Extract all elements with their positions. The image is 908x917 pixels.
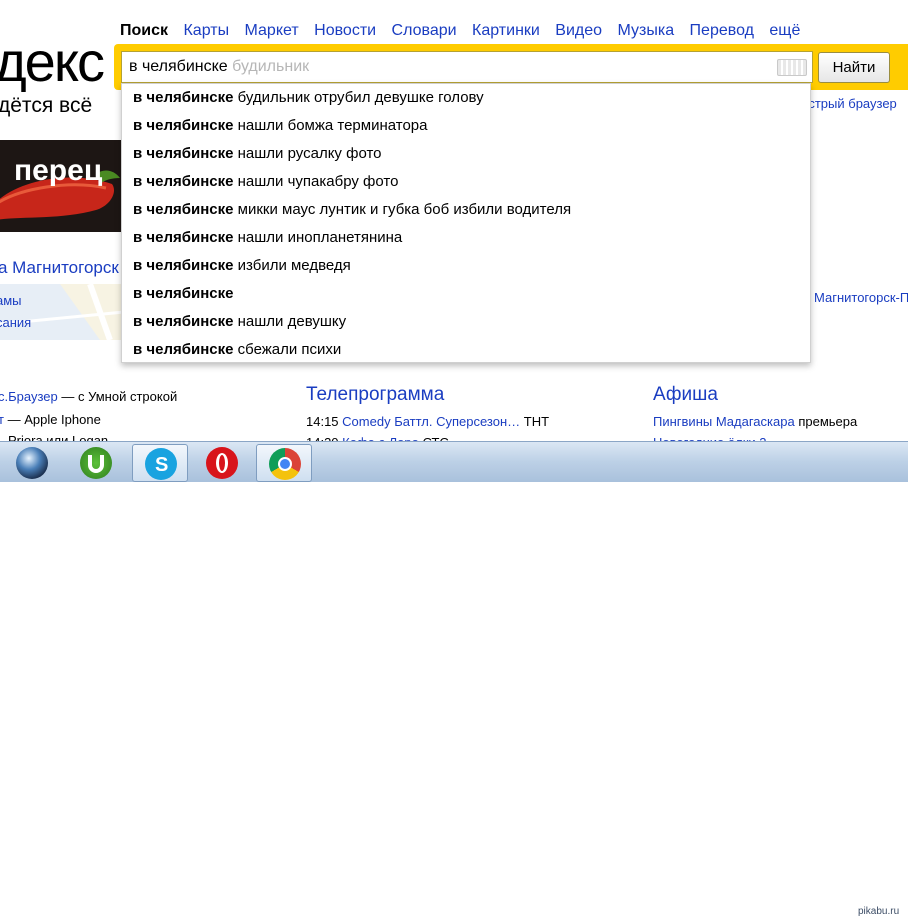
map-link-1[interactable]: амы [0,293,22,308]
tv-row: 14:15 Comedy Баттл. Суперсезон… ТНТ [306,414,549,429]
tv-show-link[interactable]: Comedy Баттл. Суперсезон… [342,414,520,429]
suggest-item[interactable]: в челябинске избили медведя [122,252,810,280]
nav-item-market[interactable]: Маркет [245,22,299,39]
taskbar-skype[interactable]: S [132,444,188,482]
search-button[interactable]: Найти [818,52,890,83]
nav-item-maps[interactable]: Карты [183,22,229,39]
keyboard-icon[interactable] [777,59,807,76]
suggest-item-completion: нашли русалку фото [237,145,382,162]
left-block-row-1: с.Браузер — с Умной строкой [0,389,177,404]
skype-icon: S [145,448,177,480]
nav-item-images[interactable]: Картинки [472,22,540,39]
nav-item-translate[interactable]: Перевод [690,22,754,39]
taskbar-chrome[interactable] [256,444,312,482]
yandex-logo[interactable]: декс [0,32,105,92]
pepper-banner[interactable]: перец [0,140,124,232]
suggest-item-query: в челябинске [133,201,234,218]
suggest-item-completion: будильник отрубил девушке голову [237,89,484,106]
suggest-item-query: в челябинске [133,341,234,358]
afisha-movie-link[interactable]: Пингвины Мадагаскара [653,414,795,429]
nav-item-music[interactable]: Музыка [618,22,675,39]
chrome-icon [269,448,301,480]
suggest-item[interactable]: в челябинске нашли бомжа терминатора [122,112,810,140]
suggest-item-completion: нашли девушку [237,313,347,330]
suggest-item[interactable]: в челябинске нашли девушку [122,308,810,336]
afisha-badge: премьера [798,414,858,429]
search-input[interactable]: в челябинске будильник [121,51,813,83]
windows-taskbar: S pikabu.ru [0,441,908,917]
suggest-item-query: в челябинске [133,229,234,246]
suggest-item[interactable]: в челябинске нашли русалку фото [122,140,810,168]
pepper-logo-icon: перец [0,154,120,220]
services-nav: Поиск Карты Маркет Новости Словари Карти… [120,22,811,40]
taskbar-opera[interactable] [194,444,250,482]
nav-item-dictionaries[interactable]: Словари [392,22,457,39]
tv-program-title[interactable]: Телепрограмма [306,384,444,406]
search-typed-text: в челябинске [129,58,228,75]
browser-promo-link[interactable]: ыстрый браузер [799,96,897,111]
suggest-item-query: в челябинске [133,173,234,190]
left-row-1-link[interactable]: с.Браузер [0,389,58,404]
utorrent-icon [80,447,112,479]
left-row-2-text: — Apple Iphone [3,412,101,427]
search-autocomplete-hint: будильник [232,58,310,75]
suggest-item-completion: избили медведя [237,257,351,274]
tv-channel: ТНТ [523,414,550,429]
svg-text:S: S [155,454,168,476]
suggest-item-query: в челябинске [133,285,234,302]
afisha-row: Пингвины Мадагаскара премьера [653,414,857,429]
left-row-1-text: — с Умной строкой [57,389,178,404]
suggest-item[interactable]: в челябинске будильник отрубил девушке г… [122,84,810,112]
city-link-right[interactable]: Магнитогорск-П [814,290,908,305]
taskbar-media-player[interactable] [4,444,60,482]
nav-item-news[interactable]: Новости [314,22,376,39]
nav-item-more[interactable]: ещё [769,22,800,39]
tv-time: 14:15 [306,414,339,429]
logo-tagline: дётся всё [0,94,93,117]
suggest-item-completion: микки маус лунтик и губка боб избили вод… [237,201,572,218]
suggest-item-query: в челябинске [133,257,234,274]
taskbar-utorrent[interactable] [68,444,124,482]
opera-icon [206,447,238,479]
suggest-item-query: в челябинске [133,117,234,134]
suggest-item-query: в челябинске [133,89,234,106]
nav-item-video[interactable]: Видео [555,22,602,39]
suggest-dropdown: в челябинске будильник отрубил девушке г… [121,83,811,363]
suggest-item-query: в челябинске [133,313,234,330]
watermark: pikabu.ru [858,906,900,917]
nav-item-search: Поиск [120,22,169,39]
suggest-item[interactable]: в челябинске сбежали психи [122,336,810,364]
suggest-item[interactable]: в челябинске нашли чупакабру фото [122,168,810,196]
media-player-icon [16,447,48,479]
suggest-item[interactable]: в челябинске нашли инопланетянина [122,224,810,252]
banner-text: перец [14,154,103,187]
suggest-item-completion: сбежали психи [237,341,342,358]
suggest-item[interactable]: в челябинске [122,280,810,308]
suggest-item-completion: нашли чупакабру фото [237,173,399,190]
map-city-title[interactable]: а Магнитогорск [0,258,119,278]
suggest-item-query: в челябинске [133,145,234,162]
suggest-item-completion: нашли бомжа терминатора [237,117,428,134]
left-block-row-2: т — Apple Iphone [0,412,101,427]
suggest-item-completion: нашли инопланетянина [237,229,403,246]
suggest-item[interactable]: в челябинске микки маус лунтик и губка б… [122,196,810,224]
map-link-2[interactable]: сания [0,315,31,330]
afisha-title[interactable]: Афиша [653,384,718,406]
